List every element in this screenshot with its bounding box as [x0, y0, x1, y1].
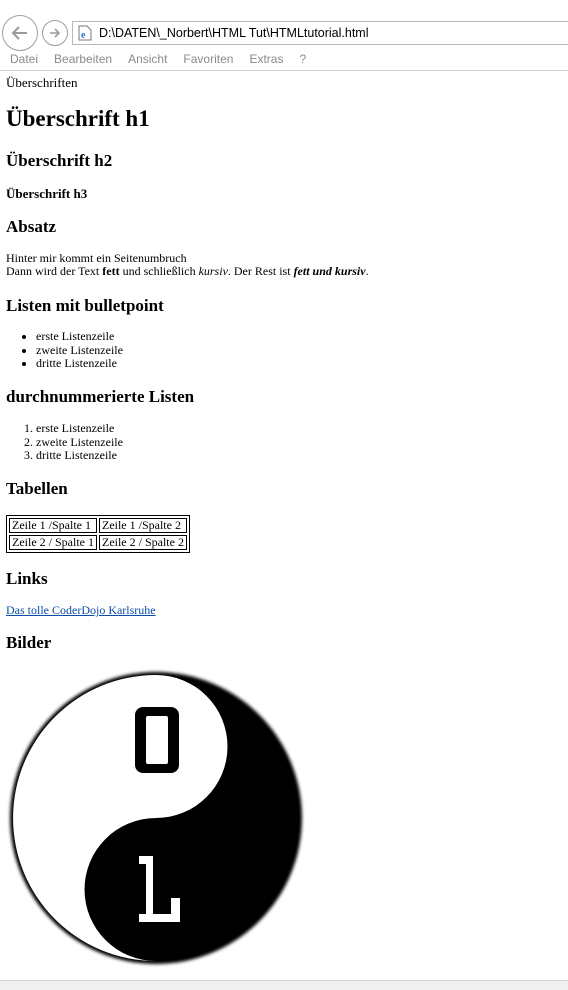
paragraph-text: und schließlich [119, 264, 199, 278]
italic-text: kursiv [198, 264, 228, 278]
list-item: zweite Listenzeile [36, 435, 123, 450]
address-text: D:\DATEN\_Norbert\HTML Tut\HTMLtutorial.… [99, 26, 369, 40]
list-item: dritte Listenzeile [36, 448, 123, 463]
menu-bar: Datei Bearbeiten Ansicht Favoriten Extra… [0, 51, 312, 69]
forward-button[interactable] [42, 20, 68, 46]
menu-favoriten[interactable]: Favoriten [183, 51, 233, 69]
menu-bearbeiten[interactable]: Bearbeiten [54, 51, 112, 69]
address-bar[interactable]: e D:\DATEN\_Norbert\HTML Tut\HTMLtutoria… [72, 21, 568, 45]
heading-links: Links [6, 569, 48, 588]
bold-italic-text: fett und kursiv [293, 264, 366, 278]
table-cell: Zeile 1 /Spalte 2 [98, 518, 187, 533]
table-row: Zeile 2 / Spalte 1 Zeile 2 / Spalte 2 [9, 535, 187, 550]
heading-h1: Überschrift h1 [6, 106, 150, 131]
bold-text: fett [102, 264, 120, 278]
back-button[interactable] [2, 15, 38, 51]
table-cell: Zeile 2 / Spalte 1 [9, 535, 97, 550]
numbered-list: erste Listenzeile zweite Listenzeile dri… [6, 421, 123, 463]
paragraph-text: . [365, 264, 369, 278]
heading-h2: Überschrift h2 [6, 151, 113, 170]
list-item: dritte Listenzeile [36, 356, 123, 371]
table-cell: Zeile 2 / Spalte 2 [98, 535, 187, 550]
yin-yang-01-logo [10, 672, 302, 964]
paragraph-text: . Der Rest ist [227, 264, 294, 278]
svg-text:e: e [81, 30, 86, 41]
paragraph-text: Dann wird der Text [6, 264, 103, 278]
paragraph-line1: Hinter mir kommt ein Seitenumbruch [6, 251, 187, 265]
heading-tables: Tabellen [6, 479, 68, 498]
forward-arrow-icon [50, 28, 61, 38]
heading-bullets: Listen mit bulletpoint [6, 296, 164, 315]
page-title-text: Überschriften [6, 75, 78, 90]
menu-datei[interactable]: Datei [10, 51, 38, 69]
list-item: erste Listenzeile [36, 421, 123, 436]
list-item: zweite Listenzeile [36, 343, 123, 358]
heading-images: Bilder [6, 633, 52, 652]
heading-absatz: Absatz [6, 217, 57, 236]
table-row: Zeile 1 /Spalte 1 Zeile 1 /Spalte 2 [9, 518, 187, 533]
data-table: Zeile 1 /Spalte 1 Zeile 1 /Spalte 2 Zeil… [6, 515, 190, 553]
heading-numbered: durchnummerierte Listen [6, 387, 195, 406]
heading-h3: Überschrift h3 [6, 186, 88, 201]
back-arrow-icon [11, 26, 27, 40]
coderdojo-link[interactable]: Das tolle CoderDojo Karlsruhe [6, 603, 156, 618]
list-item: erste Listenzeile [36, 329, 123, 344]
bullet-list: erste Listenzeile zweite Listenzeile dri… [6, 329, 123, 371]
menu-extras[interactable]: Extras [249, 51, 283, 69]
browser-chrome: e D:\DATEN\_Norbert\HTML Tut\HTMLtutoria… [0, 0, 568, 71]
table-cell: Zeile 1 /Spalte 1 [9, 518, 97, 533]
paragraph-absatz: Hinter mir kommt ein Seitenumbruch Dann … [6, 252, 369, 278]
menu-help[interactable]: ? [299, 51, 306, 69]
ie-page-icon: e [77, 25, 93, 41]
menu-ansicht[interactable]: Ansicht [128, 51, 167, 69]
